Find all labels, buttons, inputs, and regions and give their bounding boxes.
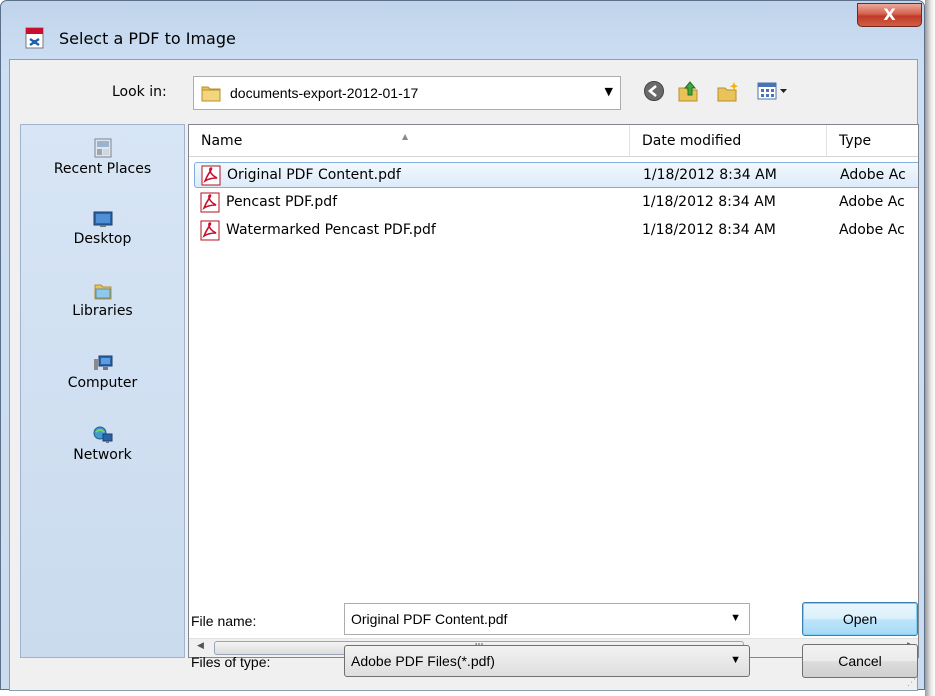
place-label: Computer bbox=[67, 375, 138, 391]
file-open-dialog: Select a PDF to Image X Look in: documen… bbox=[0, 0, 925, 691]
place-libraries[interactable]: Libraries bbox=[21, 281, 184, 319]
dialog-client-area: Look in: documents-export-2012-01-17 ▼ R… bbox=[9, 59, 919, 691]
file-name-value: Original PDF Content.pdf bbox=[351, 611, 508, 627]
file-date: 1/18/2012 8:34 AM bbox=[643, 167, 777, 183]
views-menu-icon[interactable] bbox=[756, 80, 790, 102]
pdf-file-icon bbox=[200, 220, 220, 241]
sort-ascending-icon: ▲ bbox=[402, 132, 409, 141]
file-date: 1/18/2012 8:34 AM bbox=[642, 194, 776, 210]
file-row[interactable]: Watermarked Pencast PDF.pdf 1/18/2012 8:… bbox=[189, 218, 918, 244]
file-list[interactable]: ▲ Name Date modified Type Original PDF C… bbox=[188, 124, 919, 658]
place-label: Desktop bbox=[73, 231, 132, 247]
file-type: Adobe Ac bbox=[840, 167, 906, 183]
column-header-date[interactable]: Date modified bbox=[630, 125, 827, 156]
file-name: Original PDF Content.pdf bbox=[227, 167, 401, 183]
pdf-app-icon bbox=[25, 27, 44, 49]
place-computer[interactable]: Computer bbox=[21, 353, 184, 391]
place-label: Recent Places bbox=[53, 161, 152, 177]
folder-icon bbox=[201, 86, 221, 102]
pdf-file-icon bbox=[201, 165, 221, 186]
place-label: Network bbox=[73, 447, 132, 463]
column-header-label: Name bbox=[201, 133, 243, 149]
recent-places-icon bbox=[94, 138, 111, 158]
file-name: Watermarked Pencast PDF.pdf bbox=[226, 222, 436, 238]
title-bar[interactable]: Select a PDF to Image X bbox=[1, 1, 924, 49]
file-type-dropdown[interactable]: Adobe PDF Files(*.pdf) ▼ bbox=[344, 645, 750, 677]
file-type-label: Files of type: bbox=[191, 654, 271, 670]
file-type: Adobe Ac bbox=[839, 222, 905, 238]
resize-grip-icon[interactable]: ⋰ bbox=[907, 678, 916, 688]
new-folder-icon[interactable] bbox=[716, 80, 740, 102]
file-row[interactable]: Original PDF Content.pdf 1/18/2012 8:34 … bbox=[194, 162, 918, 188]
back-icon[interactable] bbox=[643, 80, 665, 102]
place-label: Libraries bbox=[72, 303, 133, 319]
file-name: Pencast PDF.pdf bbox=[226, 194, 338, 210]
chevron-down-icon[interactable]: ▼ bbox=[730, 612, 741, 624]
look-in-value: documents-export-2012-01-17 bbox=[230, 85, 419, 101]
pdf-file-icon bbox=[200, 192, 220, 213]
file-name-input[interactable]: Original PDF Content.pdf ▼ bbox=[344, 603, 750, 635]
open-button[interactable]: Open bbox=[802, 602, 918, 636]
close-icon: X bbox=[883, 5, 896, 24]
file-name-label: File name: bbox=[191, 613, 257, 629]
libraries-icon bbox=[94, 284, 111, 300]
desktop-icon bbox=[93, 211, 112, 227]
column-header-name[interactable]: ▲ Name bbox=[189, 125, 630, 156]
file-type-value: Adobe PDF Files(*.pdf) bbox=[351, 653, 495, 669]
column-header-label: Type bbox=[839, 133, 872, 149]
place-recent-places[interactable]: Recent Places bbox=[21, 137, 184, 177]
place-desktop[interactable]: Desktop bbox=[21, 209, 184, 247]
scroll-left-icon[interactable]: ◀ bbox=[197, 641, 204, 651]
window-title: Select a PDF to Image bbox=[59, 29, 236, 48]
places-bar: Recent Places Desktop Libraries Computer… bbox=[20, 124, 185, 658]
network-icon bbox=[93, 426, 112, 443]
place-network[interactable]: Network bbox=[21, 425, 184, 463]
chevron-down-icon: ▼ bbox=[730, 654, 741, 666]
column-header-row: ▲ Name Date modified Type bbox=[189, 125, 918, 157]
file-date: 1/18/2012 8:34 AM bbox=[642, 222, 776, 238]
file-row[interactable]: Pencast PDF.pdf 1/18/2012 8:34 AM Adobe … bbox=[189, 190, 918, 216]
cancel-button[interactable]: Cancel bbox=[802, 644, 918, 678]
computer-icon bbox=[93, 355, 112, 370]
look-in-dropdown[interactable]: documents-export-2012-01-17 ▼ bbox=[193, 76, 621, 110]
column-header-type[interactable]: Type bbox=[827, 125, 918, 156]
chevron-down-icon: ▼ bbox=[604, 85, 613, 98]
column-header-label: Date modified bbox=[642, 133, 742, 149]
file-type: Adobe Ac bbox=[839, 194, 905, 210]
window-shadow bbox=[925, 0, 935, 696]
close-button[interactable]: X bbox=[857, 3, 922, 27]
up-folder-icon[interactable] bbox=[677, 80, 701, 102]
look-in-label: Look in: bbox=[112, 84, 167, 100]
